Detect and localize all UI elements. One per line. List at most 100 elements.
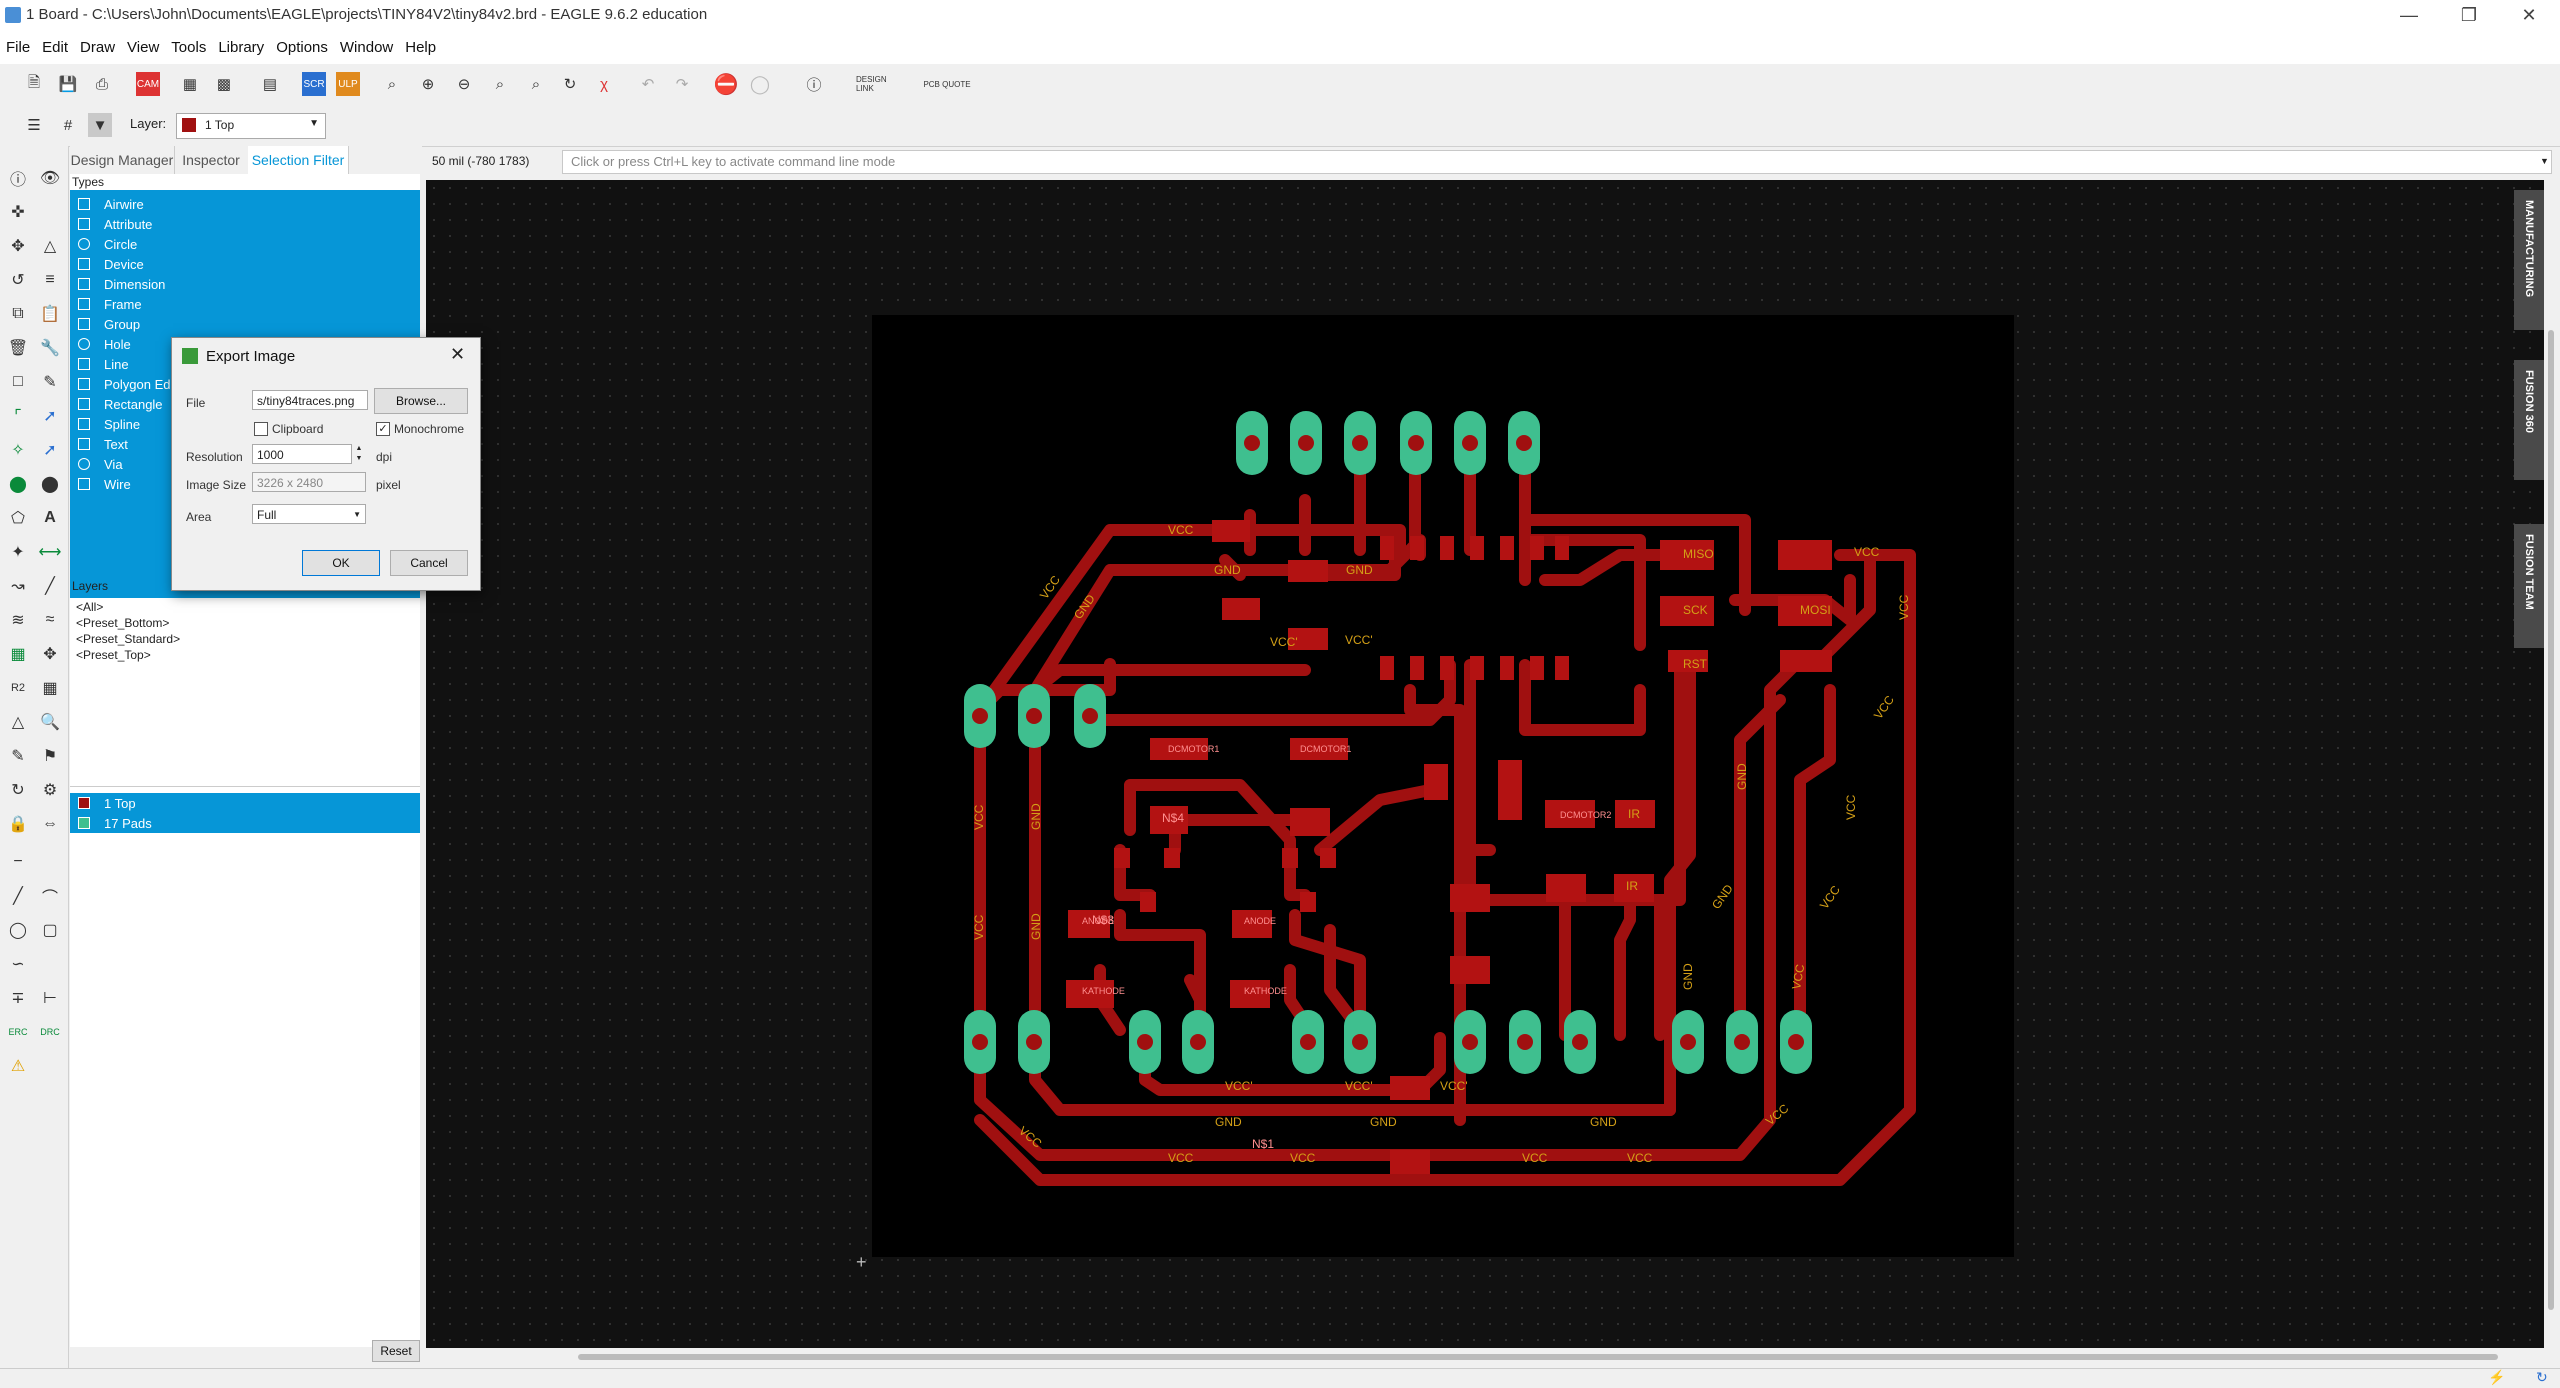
ratsnest-icon[interactable]: χ bbox=[592, 72, 616, 96]
type-device[interactable]: Device bbox=[70, 254, 420, 274]
filter-icon[interactable]: ▼ bbox=[88, 113, 112, 137]
smd-pad[interactable] bbox=[1500, 656, 1514, 680]
close-icon[interactable]: ✕ bbox=[2500, 0, 2558, 30]
smd-pad[interactable] bbox=[1450, 884, 1490, 912]
split-icon[interactable]: ✦ bbox=[6, 540, 30, 564]
type-group[interactable]: Group bbox=[70, 314, 420, 334]
smd-pad[interactable] bbox=[1290, 808, 1330, 836]
new-file-icon[interactable]: 🗎 bbox=[22, 72, 46, 96]
smd-pad[interactable] bbox=[1114, 848, 1130, 868]
menu-options[interactable]: Options bbox=[270, 39, 334, 56]
smd-pad[interactable] bbox=[1500, 536, 1514, 560]
smd-pad[interactable] bbox=[1320, 848, 1336, 868]
meander-icon[interactable]: ≋ bbox=[6, 608, 30, 632]
gate-icon[interactable]: ⚙ bbox=[38, 778, 62, 802]
clipboard-checkbox[interactable] bbox=[254, 422, 268, 436]
menu-file[interactable]: File bbox=[0, 39, 36, 56]
fusion-360-tab[interactable]: FUSION 360 bbox=[2514, 360, 2544, 480]
grid-icon[interactable]: # bbox=[56, 113, 80, 137]
smd-pad[interactable] bbox=[1470, 536, 1484, 560]
resolution-field[interactable]: 1000 bbox=[252, 444, 352, 464]
show-icon[interactable]: 👁 bbox=[38, 166, 62, 190]
type-circle[interactable]: Circle bbox=[70, 234, 420, 254]
design-link-button[interactable]: DESIGN LINK bbox=[856, 72, 906, 96]
tab-design-manager[interactable]: Design Manager bbox=[70, 146, 175, 174]
drc-icon[interactable]: DRC bbox=[38, 1020, 62, 1044]
smd-pad[interactable] bbox=[1282, 848, 1298, 868]
smash-icon[interactable]: R2 bbox=[6, 676, 30, 700]
tab-inspector[interactable]: Inspector bbox=[174, 146, 249, 174]
autoroute-icon[interactable]: ✧ bbox=[6, 438, 30, 462]
line-icon[interactable]: ╱ bbox=[6, 884, 30, 908]
smd-pad[interactable] bbox=[1410, 656, 1424, 680]
smd-pad[interactable] bbox=[1300, 892, 1316, 912]
type-attribute[interactable]: Attribute bbox=[70, 214, 420, 234]
label-icon[interactable]: ⚑ bbox=[38, 744, 62, 768]
layer-settings-icon[interactable]: ☰ bbox=[22, 113, 46, 137]
go-icon[interactable]: ◯ bbox=[748, 72, 772, 96]
move-icon[interactable]: ✥ bbox=[6, 234, 30, 258]
name-icon[interactable]: ↝ bbox=[6, 574, 30, 598]
horizontal-scrollbar[interactable] bbox=[578, 1354, 2498, 1360]
add-icon[interactable]: ▦ bbox=[6, 642, 30, 666]
vertical-scrollbar[interactable] bbox=[2548, 330, 2554, 1310]
line-draw-icon[interactable]: ╱ bbox=[38, 574, 62, 598]
preset-item[interactable]: <Preset_Bottom> bbox=[76, 616, 169, 630]
save-icon[interactable]: 💾 bbox=[56, 72, 80, 96]
undo-icon[interactable]: ↶ bbox=[636, 72, 660, 96]
file-field[interactable]: s/tiny84traces.png bbox=[252, 390, 368, 410]
cam-processor-icon[interactable]: CAM bbox=[136, 72, 160, 96]
preset-item[interactable]: <Preset_Top> bbox=[76, 648, 151, 662]
manufacturing-tab[interactable]: MANUFACTURING bbox=[2514, 190, 2544, 330]
zoom-fit-icon[interactable]: ⌕ bbox=[380, 72, 404, 96]
menu-library[interactable]: Library bbox=[212, 39, 270, 56]
board-canvas[interactable]: VCC GND GND VCC' VCC' VCC VCC GND VCC GND VCC GND VC… bbox=[426, 180, 2544, 1348]
align-icon[interactable]: ≡ bbox=[38, 268, 62, 292]
slice-icon[interactable]: ✎ bbox=[6, 744, 30, 768]
reset-button[interactable]: Reset bbox=[372, 1340, 420, 1362]
smd-pad[interactable] bbox=[1450, 956, 1490, 984]
text-icon[interactable]: A bbox=[38, 506, 62, 530]
smd-pad[interactable] bbox=[1140, 892, 1156, 912]
smd-pad[interactable] bbox=[1390, 1150, 1430, 1174]
smd-pad[interactable] bbox=[1380, 536, 1394, 560]
via-icon[interactable]: ⬤ bbox=[6, 472, 30, 496]
preset-item[interactable]: <Preset_Standard> bbox=[76, 632, 180, 646]
hole-icon[interactable]: ⬤ bbox=[38, 472, 62, 496]
layer-item-top[interactable]: 1 Top bbox=[70, 793, 420, 813]
resolution-spinner[interactable]: ▲ ▼ bbox=[353, 444, 365, 464]
sync-icon[interactable]: ↻ bbox=[2536, 1369, 2548, 1386]
replace-icon[interactable]: ✥ bbox=[38, 642, 62, 666]
wrench-icon[interactable]: 🔧 bbox=[38, 336, 62, 360]
erc-icon[interactable]: ERC bbox=[6, 1020, 30, 1044]
info-icon[interactable]: ⓘ bbox=[6, 166, 30, 190]
smd-pad[interactable] bbox=[1410, 536, 1424, 560]
pcb-quote-button[interactable]: PCB QUOTE bbox=[922, 72, 972, 96]
cancel-button[interactable]: Cancel bbox=[390, 550, 468, 576]
smd-pad[interactable] bbox=[1555, 656, 1569, 680]
layer-select[interactable]: 1 Top ▼ bbox=[176, 113, 326, 139]
smd-pad[interactable] bbox=[1546, 874, 1586, 902]
menu-view[interactable]: View bbox=[121, 39, 165, 56]
rotate-icon[interactable]: ↺ bbox=[6, 268, 30, 292]
dimension-icon[interactable]: − bbox=[6, 850, 30, 874]
smd-pad[interactable] bbox=[1530, 656, 1544, 680]
library-icon[interactable]: ▤ bbox=[258, 72, 282, 96]
command-input[interactable]: Click or press Ctrl+L key to activate co… bbox=[562, 150, 2552, 174]
zoom-select-icon[interactable]: ⌕ bbox=[488, 72, 512, 96]
smd-pad[interactable] bbox=[1780, 650, 1832, 672]
change-icon[interactable]: ✎ bbox=[38, 370, 62, 394]
copy-icon[interactable]: ⧉ bbox=[6, 302, 30, 326]
restore-icon[interactable]: ❐ bbox=[2440, 0, 2498, 30]
browse-button[interactable]: Browse... bbox=[374, 388, 468, 414]
chevron-down-icon[interactable]: ▼ bbox=[2540, 156, 2549, 166]
value-icon[interactable]: △ bbox=[6, 710, 30, 734]
smd-pad[interactable] bbox=[1555, 536, 1569, 560]
monochrome-checkbox[interactable]: ✓ bbox=[376, 422, 390, 436]
menu-tools[interactable]: Tools bbox=[165, 39, 212, 56]
smd-pad[interactable] bbox=[1530, 536, 1544, 560]
smd-pad[interactable] bbox=[1380, 656, 1394, 680]
smd-pad[interactable] bbox=[1440, 536, 1454, 560]
link-icon[interactable]: ⇔ bbox=[38, 812, 62, 836]
optimize-icon[interactable]: ➚ bbox=[38, 438, 62, 462]
